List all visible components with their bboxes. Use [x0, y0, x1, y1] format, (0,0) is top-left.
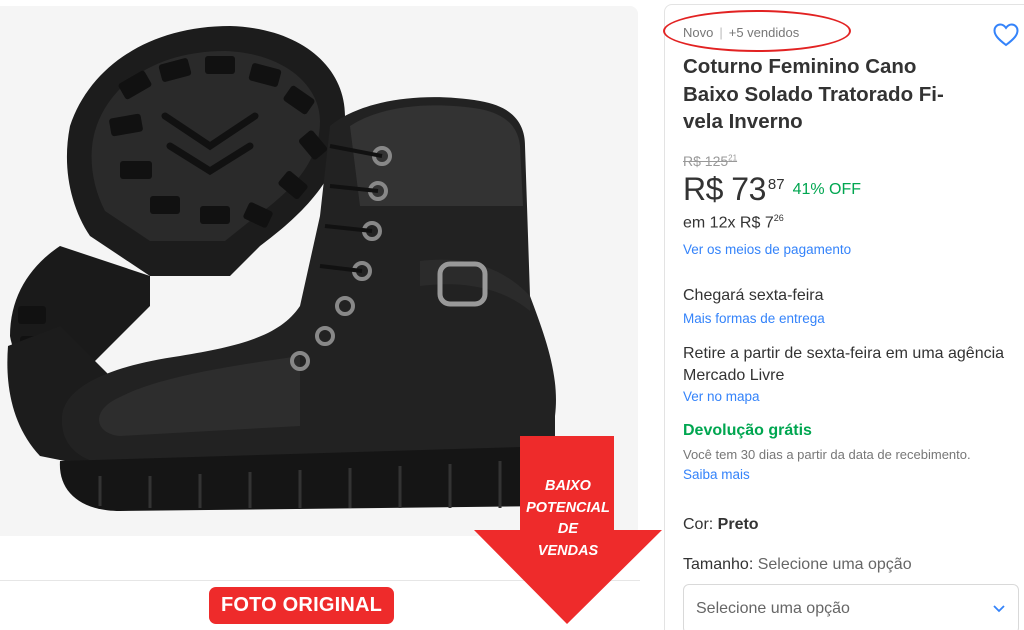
chevron-down-icon	[993, 605, 1005, 613]
title-line: Baixo Solado Tratorado Fi-	[683, 82, 944, 106]
see-map-link[interactable]: Ver no mapa	[683, 389, 760, 404]
size-select-placeholder: Selecione uma opção	[696, 600, 850, 617]
original-price: R$ 12521	[683, 153, 737, 169]
foto-original-badge: FOTO ORIGINAL	[209, 587, 394, 624]
product-title: Coturno Feminino Cano Baixo Solado Trato…	[683, 53, 983, 136]
product-info-panel: Novo | +5 vendidos Coturno Feminino Cano B…	[664, 4, 1024, 630]
title-line: Coturno Feminino Cano	[683, 55, 917, 78]
color-info: Cor: Preto	[683, 516, 759, 534]
free-return-title: Devolução grátis	[683, 422, 812, 439]
pickup-info: Retire a partir de sexta-feira em uma ag…	[683, 345, 1005, 384]
size-info: Tamanho: Selecione uma opção	[683, 556, 912, 574]
free-return-desc: Você tem 30 dias a partir da data de rec…	[683, 447, 971, 462]
original-price-cents: 21	[728, 153, 738, 163]
arrow-line: VENDAS	[537, 542, 599, 559]
size-hint: Selecione uma opção	[757, 556, 912, 573]
color-label: Cor:	[683, 516, 718, 533]
arrow-line: POTENCIAL	[526, 499, 610, 516]
title-line: vela Inverno	[683, 110, 803, 133]
arrow-line: BAIXO	[545, 478, 591, 494]
installments-value: em 12x R$ 7	[683, 214, 774, 232]
payment-methods-link[interactable]: Ver os meios de pagamento	[683, 242, 851, 257]
condition-sales-meta: Novo | +5 vendidos	[683, 25, 799, 40]
delivery-options-link[interactable]: Mais formas de entrega	[683, 311, 825, 326]
heart-icon[interactable]	[993, 23, 1019, 47]
low-sales-label: BAIXO POTENCIAL DE VENDAS	[520, 476, 616, 562]
sold-count: +5 vendidos	[728, 25, 800, 40]
arrival-info: Chegará sexta-feira	[683, 287, 824, 304]
installments-cents: 26	[773, 213, 784, 223]
size-label: Tamanho:	[683, 556, 758, 573]
installments: em 12x R$ 726	[683, 213, 784, 232]
color-value: Preto	[717, 516, 759, 533]
current-price: R$ 73 87 41% OFF	[683, 171, 861, 208]
price-cents: 87	[767, 176, 785, 193]
arrow-line: DE	[557, 521, 579, 537]
condition-label: Novo	[683, 25, 714, 40]
low-sales-arrow: BAIXO POTENCIAL DE VENDAS	[470, 434, 666, 626]
learn-more-link[interactable]: Saiba mais	[683, 467, 750, 482]
size-select[interactable]: Selecione uma opção	[683, 584, 1019, 630]
meta-separator: |	[719, 25, 723, 40]
price-value: R$ 73	[683, 171, 766, 207]
original-price-value: R$ 125	[683, 153, 729, 169]
discount-badge: 41% OFF	[792, 181, 862, 198]
